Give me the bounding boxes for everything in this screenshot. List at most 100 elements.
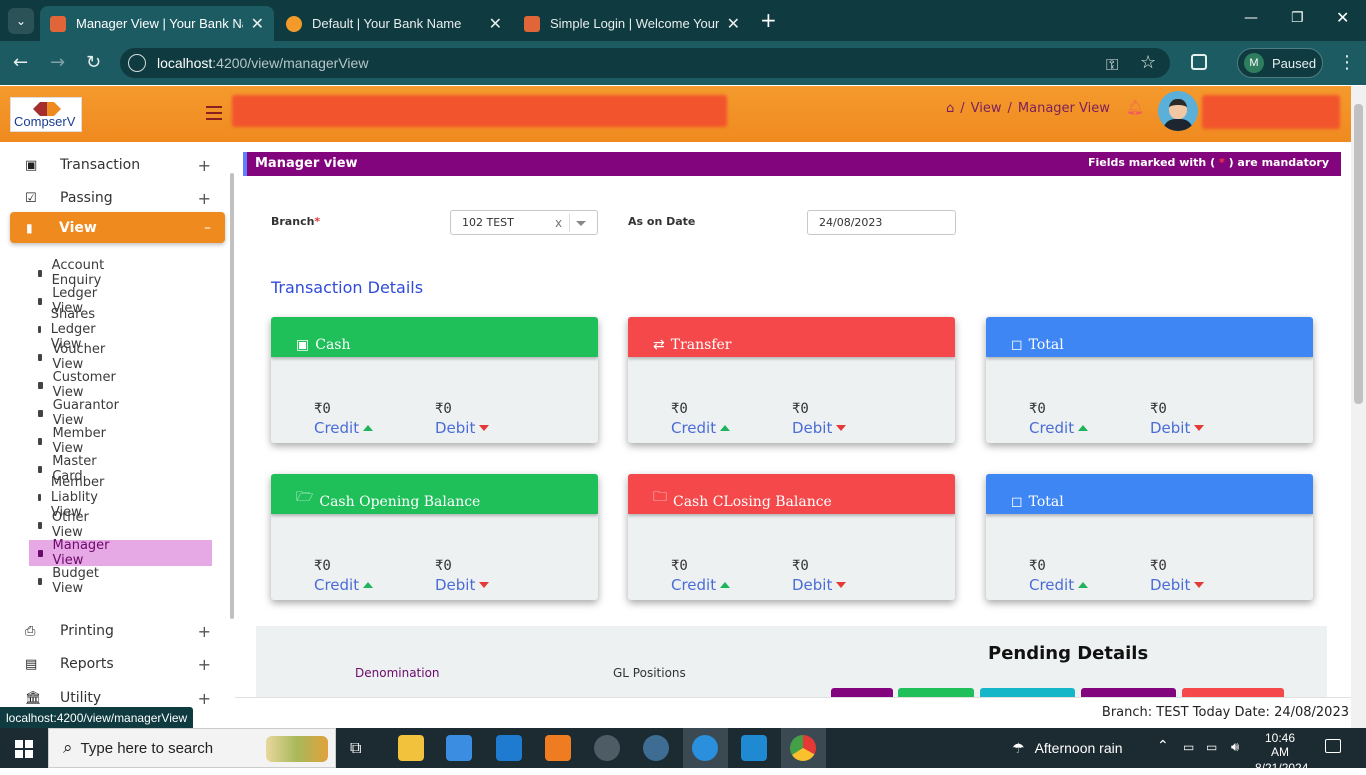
hamburger-menu-icon[interactable] — [206, 106, 222, 120]
scrollbar-thumb[interactable] — [1354, 104, 1363, 404]
mail-icon[interactable] — [496, 735, 522, 761]
redacted-user-name[interactable] — [1202, 95, 1340, 129]
close-tab-icon[interactable]: ✕ — [251, 14, 264, 34]
submenu-account-enquiry[interactable]: Account Enquiry — [38, 258, 108, 288]
tab-gl-positions[interactable]: GL Positions — [613, 666, 686, 680]
submenu-member-liablity-view[interactable]: Member Liablity View — [38, 475, 108, 520]
tray-chevron-icon[interactable]: ⌃ — [1157, 738, 1169, 754]
credit-block: ₹0 Credit — [314, 558, 374, 594]
vscode-icon[interactable] — [741, 735, 767, 761]
tray-network-icon[interactable]: ▭ — [1183, 740, 1194, 754]
postgresql-icon[interactable] — [643, 735, 669, 761]
tab-search-button[interactable]: ⌄ — [8, 8, 34, 34]
sidebar-item-printing[interactable]: ⎙ Printing + — [25, 616, 215, 646]
expand-icon[interactable]: + — [198, 189, 211, 208]
tray-volume-icon[interactable]: 🔊︎ — [1231, 740, 1239, 755]
browser-tab-simple-login[interactable]: Simple Login | Welcome Your Ba ✕ — [514, 6, 750, 41]
arrow-down-icon — [479, 425, 490, 431]
browser-tab-default[interactable]: Default | Your Bank Name ✕ — [276, 6, 512, 41]
submenu-voucher-view[interactable]: Voucher View — [38, 342, 108, 372]
folder-icon: 🗀︎ — [653, 489, 667, 505]
expand-icon[interactable]: + — [198, 156, 211, 175]
page-scrollbar[interactable] — [1351, 86, 1366, 728]
collapse-icon[interactable]: – — [204, 220, 211, 236]
home-icon[interactable]: ⌂ — [946, 101, 954, 116]
card-transfer: ⇄ Transfer ₹0 Credit ₹0 Debit — [628, 317, 955, 443]
credit-block: ₹0 Credit — [314, 401, 374, 437]
notifications-icon[interactable] — [1325, 739, 1341, 753]
forward-icon[interactable]: → — [50, 52, 65, 73]
back-icon[interactable]: ← — [13, 52, 28, 73]
taskbar-clock[interactable]: 10:46 AM 8/21/2024 — [1255, 731, 1308, 775]
expand-icon[interactable]: + — [198, 622, 211, 641]
submenu-other-view[interactable]: Other View — [38, 510, 92, 540]
sidebar-scrollbar[interactable] — [230, 173, 234, 619]
bookmark-star-icon[interactable]: ☆ — [1140, 52, 1156, 73]
close-tab-icon[interactable]: ✕ — [489, 14, 502, 34]
breadcrumb-view[interactable]: View — [971, 101, 1002, 116]
notification-bell-icon[interactable]: 🔔︎ — [1126, 100, 1144, 116]
branch-label: Branch* — [271, 215, 321, 228]
square-icon: ◻ — [1011, 337, 1023, 353]
start-button[interactable] — [15, 740, 33, 758]
restore-icon[interactable]: ❐ — [1291, 10, 1304, 26]
search-highlight-image — [266, 736, 328, 762]
task-view-icon[interactable]: ⧉ — [350, 738, 361, 758]
close-tab-icon[interactable]: ✕ — [727, 14, 740, 34]
arrow-up-icon — [720, 582, 731, 588]
app-icon[interactable] — [594, 735, 620, 761]
card-cash: ▣ Cash ₹0 Credit ₹0 Debit — [271, 317, 598, 443]
arrow-up-icon — [1078, 425, 1089, 431]
expand-icon[interactable]: + — [198, 655, 211, 674]
store-icon[interactable] — [446, 735, 472, 761]
user-avatar[interactable] — [1158, 91, 1198, 131]
sidebar-item-passing[interactable]: ☑ Passing + — [25, 183, 215, 213]
checkbox-icon: ☑ — [25, 190, 37, 206]
square-icon: ◻ — [1011, 494, 1023, 510]
arrow-up-icon — [1078, 582, 1089, 588]
submenu-manager-view[interactable]: Manager View — [38, 538, 112, 568]
more-menu-icon[interactable]: ⋮ — [1338, 52, 1356, 73]
profile-avatar: M — [1244, 53, 1264, 73]
key-icon[interactable]: ⚿ — [1106, 55, 1118, 75]
sidebar-item-reports[interactable]: ▤ Reports + — [25, 649, 215, 679]
extensions-icon[interactable] — [1191, 54, 1207, 70]
submenu-shares-ledger-view[interactable]: Shares Ledger View — [38, 307, 100, 352]
book-icon: ▮ — [26, 220, 33, 235]
debit-block: ₹0 Debit — [1150, 401, 1205, 437]
reload-icon[interactable]: ↻ — [86, 52, 101, 73]
submenu-customer-view[interactable]: Customer View — [38, 370, 118, 400]
submenu-guarantor-view[interactable]: Guarantor View — [38, 398, 121, 428]
arrow-down-icon — [836, 582, 847, 588]
sidebar-item-view[interactable]: ▮ View – — [10, 212, 225, 243]
submenu-budget-view[interactable]: Budget View — [38, 566, 102, 596]
new-tab-button[interactable]: + — [760, 8, 777, 32]
file-explorer-icon[interactable] — [398, 735, 424, 761]
minimize-icon[interactable]: — — [1244, 10, 1258, 26]
card-header: ◻ Total — [986, 317, 1313, 357]
chrome-icon[interactable] — [790, 735, 816, 761]
weather-widget[interactable]: ☂ Afternoon rain — [1012, 740, 1123, 757]
clear-icon[interactable]: x — [555, 216, 562, 230]
branch-select[interactable]: 102 TEST x — [450, 210, 598, 235]
as-on-date-input[interactable]: 24/08/2023 — [807, 210, 956, 235]
skype-icon[interactable] — [692, 735, 718, 761]
tab-denomination[interactable]: Denomination — [355, 666, 440, 680]
expand-icon[interactable]: + — [198, 689, 211, 708]
tray-display-icon[interactable]: ▭ — [1206, 740, 1217, 754]
url-text[interactable]: localhost:4200/view/managerView — [157, 55, 368, 71]
company-logo[interactable]: CompserV — [10, 97, 82, 132]
dropdown-arrow-icon[interactable] — [576, 221, 586, 226]
profile-button[interactable]: M Paused — [1237, 48, 1323, 78]
breadcrumb-manager-view[interactable]: Manager View — [1018, 101, 1110, 116]
report-icon: ▤ — [25, 656, 38, 672]
card-header: ◻ Total — [986, 474, 1313, 514]
submenu-member-view[interactable]: Member View — [38, 426, 108, 456]
card-header: 🗁︎ Cash Opening Balance — [271, 474, 598, 514]
browser-tab-manager-view[interactable]: Manager View | Your Bank Nam ✕ — [40, 6, 274, 41]
sidebar-item-transaction[interactable]: ▣ Transaction + — [25, 150, 215, 180]
site-info-icon[interactable] — [128, 54, 146, 72]
arrow-down-icon — [836, 425, 847, 431]
xampp-icon[interactable] — [545, 735, 571, 761]
close-window-icon[interactable]: ✕ — [1336, 8, 1349, 27]
